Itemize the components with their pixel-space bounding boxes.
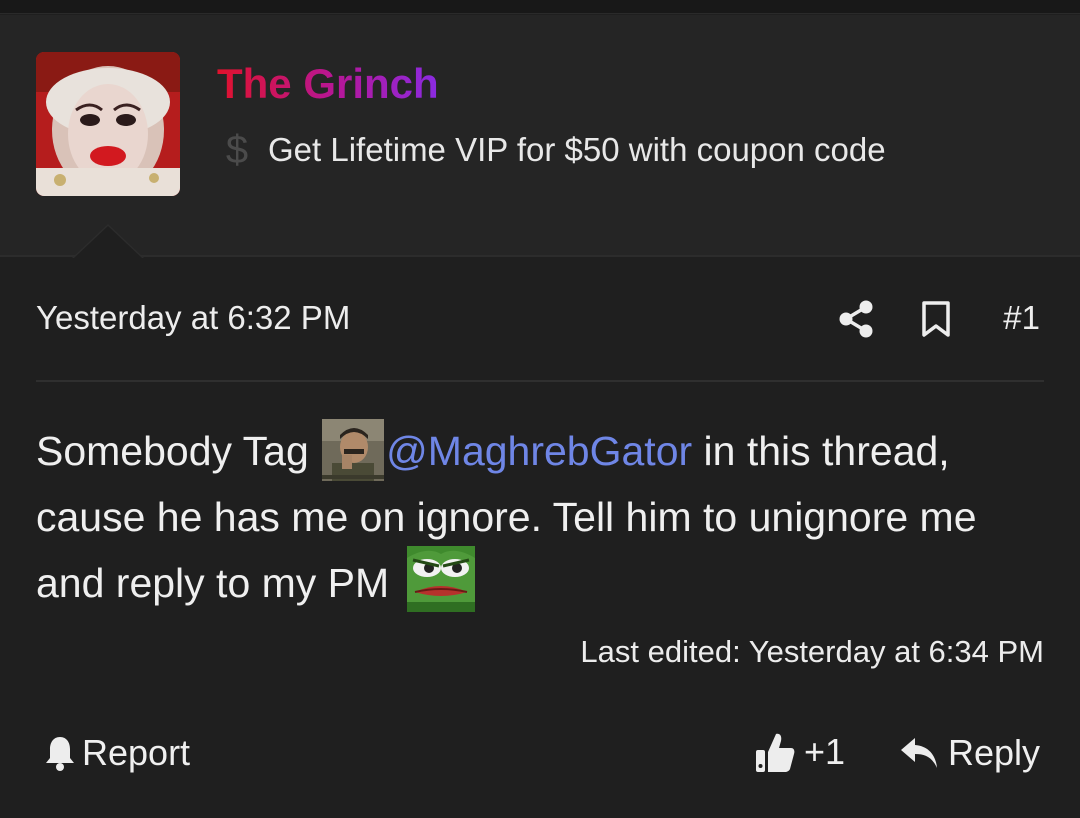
divider [36, 380, 1044, 382]
vip-banner-text: Get Lifetime VIP for $50 with coupon cod… [268, 131, 886, 168]
share-icon[interactable] [838, 300, 874, 338]
bell-icon [46, 737, 74, 771]
like-button[interactable]: +1 [754, 730, 845, 774]
header-arrow [74, 226, 142, 258]
user-mention-link[interactable]: @MaghrebGator [386, 428, 692, 474]
post-meta: Yesterday at 6:32 PM #1 [36, 292, 1044, 346]
reply-icon [900, 738, 937, 768]
report-button[interactable]: Report [44, 732, 190, 774]
saddam-smiley-icon [322, 419, 385, 482]
reply-label: Reply [947, 732, 1040, 773]
bookmark-icon[interactable] [920, 300, 952, 338]
dollar-icon: $ [225, 128, 249, 172]
message-text: Somebody Tag [36, 428, 321, 474]
avatar-image [36, 52, 180, 196]
top-strip [0, 0, 1080, 14]
post-timestamp[interactable]: Yesterday at 6:32 PM [36, 299, 350, 337]
report-label: Report [82, 732, 191, 773]
post-actions: Report +1 Reply [36, 726, 1044, 786]
thumbs-up-icon [756, 733, 795, 772]
post-message: Somebody Tag @MaghrebGator in this threa… [36, 418, 1046, 616]
avatar[interactable] [36, 52, 180, 196]
vip-banner: $ Get Lifetime VIP for $50 with coupon c… [222, 126, 886, 174]
pepe-smiley-icon [406, 546, 475, 613]
post-number-link[interactable]: #1 [1003, 299, 1040, 337]
reply-button[interactable]: Reply [900, 732, 1040, 774]
last-edited: Last edited: Yesterday at 6:34 PM [580, 634, 1044, 669]
username[interactable]: The Grinch [217, 60, 439, 108]
like-count: +1 [804, 731, 846, 772]
